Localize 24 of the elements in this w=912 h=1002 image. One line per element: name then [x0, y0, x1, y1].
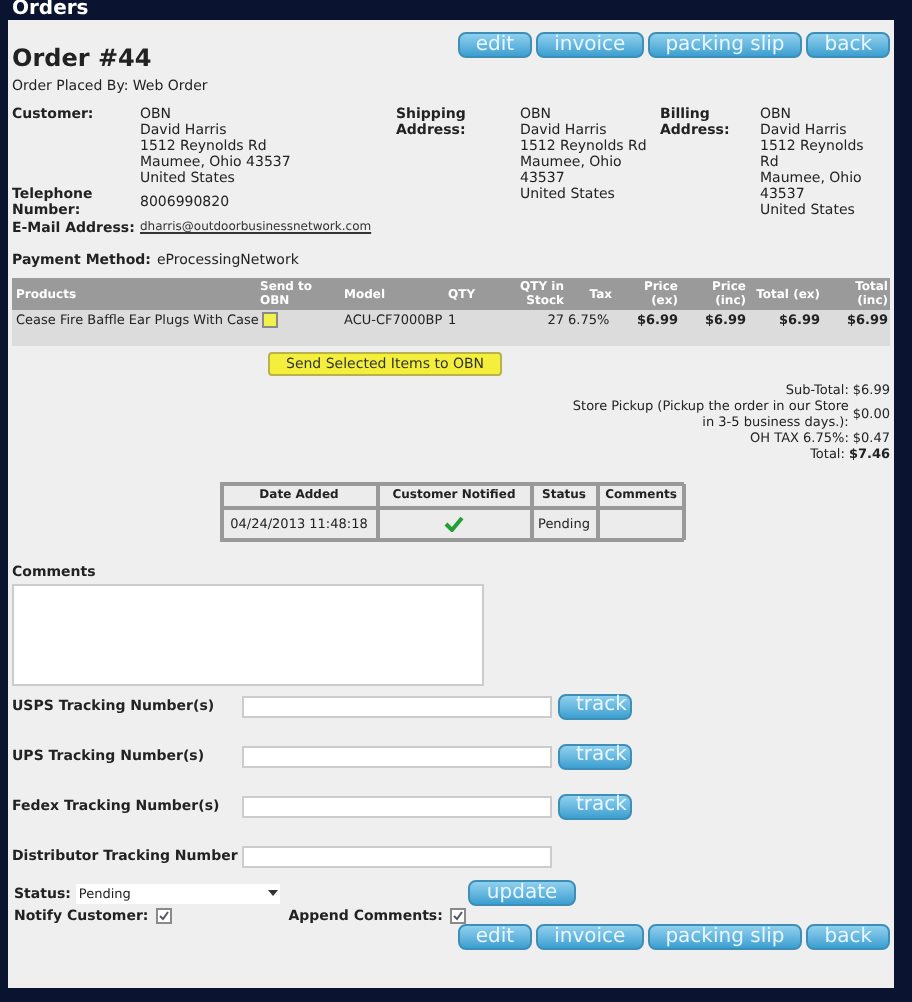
tracking-field[interactable] — [242, 745, 552, 767]
action-button[interactable]: update — [468, 880, 576, 906]
checkbox[interactable] — [450, 908, 467, 924]
action-button[interactable]: back — [806, 924, 890, 950]
tracking-field[interactable] — [242, 845, 552, 867]
action-button[interactable]: invoice — [536, 32, 644, 58]
tracking-field[interactable] — [242, 695, 552, 717]
order-title: Order #44 — [12, 44, 152, 72]
action-button[interactable]: track — [558, 743, 632, 769]
checkbox[interactable] — [156, 908, 173, 924]
comments-field[interactable] — [12, 584, 484, 686]
action-button[interactable]: edit — [457, 924, 533, 950]
check-icon — [158, 910, 171, 922]
caret-icon — [268, 890, 279, 896]
action-button[interactable]: packing slip — [647, 924, 803, 950]
action-button[interactable]: invoice — [536, 924, 644, 950]
action-button[interactable]: track — [558, 693, 632, 719]
action-button[interactable]: back — [806, 32, 890, 58]
checkbox[interactable] — [262, 312, 278, 328]
tracking-field[interactable] — [242, 795, 552, 817]
action-button[interactable]: packing slip — [647, 32, 803, 58]
check-icon — [452, 910, 465, 922]
action-button[interactable]: edit — [457, 32, 533, 58]
action-button[interactable]: track — [558, 793, 632, 819]
